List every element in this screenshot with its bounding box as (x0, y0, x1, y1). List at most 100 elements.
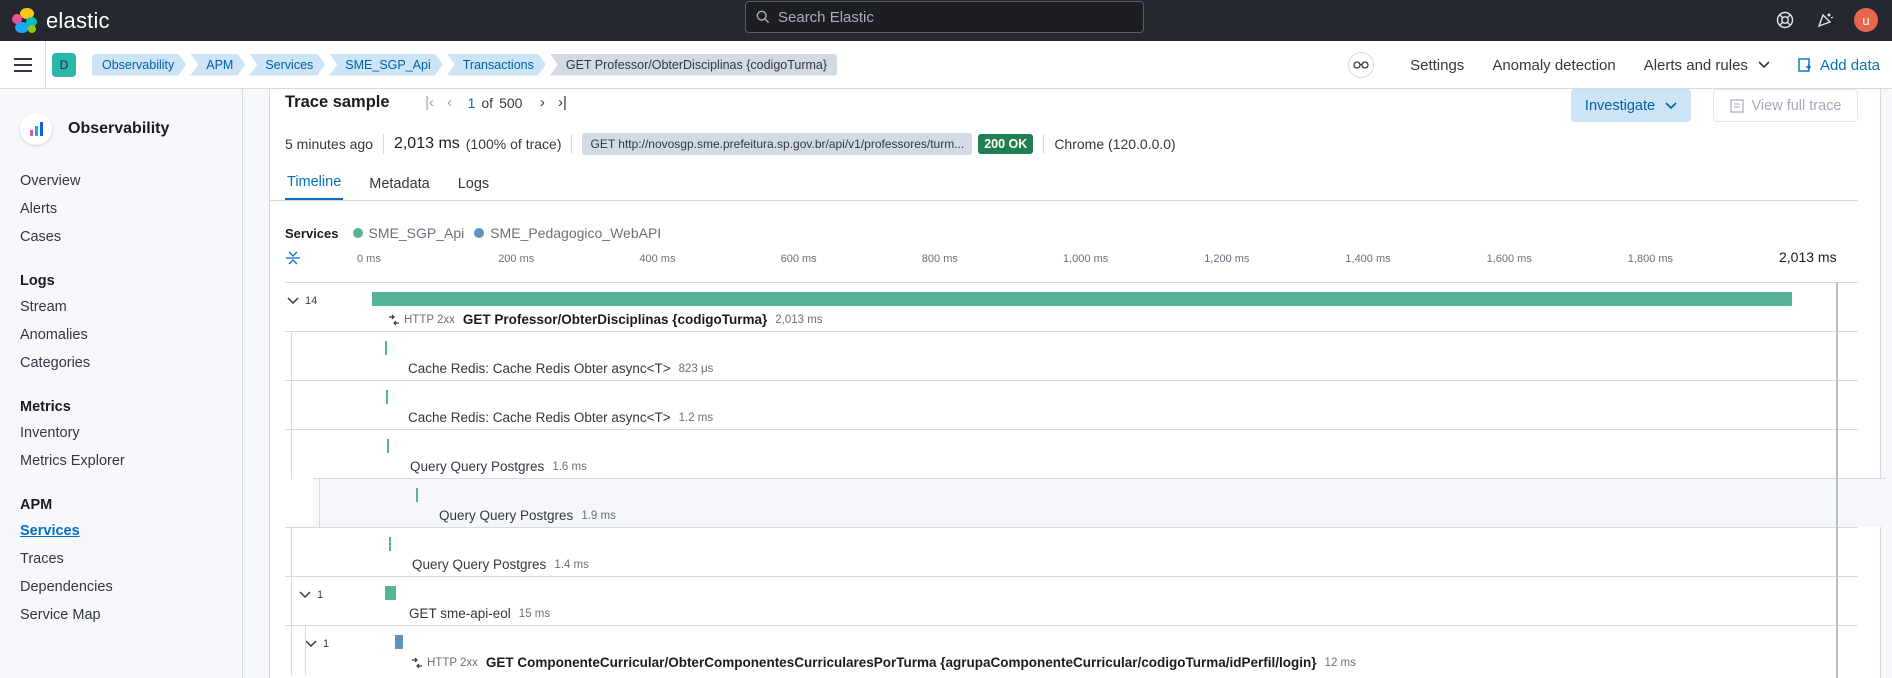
add-data-label: Add data (1819, 56, 1880, 74)
legend-item: SME_Pedagogico_WebAPI (474, 225, 661, 241)
span-name: GET sme-api-eol (409, 606, 511, 621)
tab-metadata[interactable]: Metadata (367, 176, 431, 200)
nav-title: Observability (68, 120, 170, 137)
last-page-icon[interactable]: ›| (552, 94, 572, 111)
collapse-all-icon[interactable] (285, 249, 301, 270)
nav-item-stream[interactable]: Stream (20, 293, 242, 321)
breadcrumb-service[interactable]: SME_SGP_Api (329, 54, 442, 76)
span-label: Cache Redis: Cache Redis Obter async<T> 1… (408, 410, 713, 425)
timeline-total-duration: 2,013 ms (1779, 249, 1837, 265)
span-bar[interactable] (388, 537, 391, 551)
span-bar[interactable] (386, 390, 389, 404)
investigate-label: Investigate (1584, 97, 1656, 114)
span-label: HTTP 2xx GET ComponenteCurricular/ObterCo… (411, 655, 1356, 670)
tab-logs[interactable]: Logs (456, 176, 491, 200)
current-page[interactable]: 1 (468, 95, 476, 111)
user-avatar[interactable]: u (1854, 8, 1878, 32)
add-data-link[interactable]: Add data (1798, 57, 1880, 74)
breadcrumb-transactions[interactable]: Transactions (447, 54, 546, 76)
breadcrumb: Observability APM Services SME_SGP_Api T… (92, 53, 841, 76)
view-full-trace-button[interactable]: View full trace (1713, 89, 1858, 122)
waterfall-row[interactable]: Query Query Postgres 1.9 ms (313, 478, 1886, 528)
nav-item-alerts[interactable]: Alerts (20, 195, 242, 223)
nav-item-anomalies[interactable]: Anomalies (20, 321, 242, 349)
side-navigation: Observability Overview Alerts Cases Logs… (0, 89, 243, 678)
legend-item: SME_SGP_Api (352, 225, 465, 241)
total-pages[interactable]: 500 (499, 95, 522, 111)
app-header: D Observability APM Services SME_SGP_Api… (0, 40, 1892, 89)
http-status-label: HTTP 2xx (404, 313, 455, 326)
news-feed-icon[interactable] (1814, 9, 1836, 31)
waterfall-row[interactable]: Query Query Postgres 1.4 ms (285, 527, 1858, 577)
nav-item-overview[interactable]: Overview (20, 167, 242, 195)
expand-toggle[interactable]: 1 (299, 589, 323, 601)
span-name: Cache Redis: Cache Redis Obter async<T> (408, 361, 671, 376)
tree-guide (319, 479, 320, 528)
expand-toggle[interactable]: 1 (305, 638, 329, 650)
waterfall-row[interactable]: Cache Redis: Cache Redis Obter async<T> 1… (285, 380, 1858, 430)
view-full-trace-label: View full trace (1751, 97, 1842, 114)
nav-section-logs: Logs (20, 273, 55, 289)
tab-timeline[interactable]: Timeline (285, 174, 344, 200)
span-bar[interactable] (415, 488, 418, 502)
breadcrumb-observability[interactable]: Observability (92, 54, 186, 76)
tree-guide (291, 430, 292, 479)
span-label: Query Query Postgres 1.9 ms (439, 508, 616, 523)
span-duration: 12 ms (1324, 656, 1356, 669)
settings-link[interactable]: Settings (1410, 57, 1464, 74)
span-name: GET ComponenteCurricular/ObterComponente… (485, 655, 1317, 670)
menu-toggle-button[interactable] (0, 40, 46, 89)
nav-item-traces[interactable]: Traces (20, 545, 242, 573)
span-bar[interactable] (372, 292, 1792, 306)
span-bar[interactable] (394, 635, 404, 649)
nav-item-dependencies[interactable]: Dependencies (20, 573, 242, 601)
breadcrumb-services[interactable]: Services (249, 54, 325, 76)
trace-sample-title: Trace sample (285, 93, 390, 111)
space-selector[interactable]: D (52, 52, 76, 77)
investigate-button[interactable]: Investigate (1571, 89, 1691, 122)
next-page-icon[interactable]: › (532, 94, 552, 111)
nav-item-inventory[interactable]: Inventory (20, 419, 242, 447)
span-name: Query Query Postgres (412, 557, 547, 572)
first-page-icon[interactable]: |‹ (420, 94, 440, 111)
document-icon (1729, 98, 1744, 113)
nav-item-service-map[interactable]: Service Map (20, 601, 242, 629)
waterfall-row[interactable]: 14 HTTP 2xx GET Professor/ObterDisciplinas… (285, 282, 1858, 331)
help-icon[interactable] (1774, 9, 1796, 31)
inspect-button[interactable] (1348, 52, 1375, 78)
legend-dot (474, 228, 485, 238)
global-search[interactable] (745, 1, 1144, 33)
nav-item-services[interactable]: Services (20, 517, 242, 545)
span-name: Query Query Postgres (410, 459, 545, 474)
tree-guide (291, 577, 292, 626)
nav-item-metrics-explorer[interactable]: Metrics Explorer (20, 447, 242, 475)
trace-sample-panel: Trace sample |‹ ‹ 1 of 500 › ›| Investig… (269, 89, 1886, 678)
search-input[interactable] (778, 8, 1118, 26)
elastic-logo[interactable]: elastic (12, 7, 110, 34)
elastic-logo-icon (12, 7, 38, 34)
top-header: elastic u (0, 0, 1892, 41)
span-bar[interactable] (384, 341, 387, 355)
trace-tabs: Timeline Metadata Logs (270, 166, 1858, 201)
chevron-down-icon (287, 297, 299, 305)
previous-page-icon[interactable]: ‹ (440, 94, 460, 111)
nav-item-categories[interactable]: Categories (20, 349, 242, 377)
alerts-and-rules-menu[interactable]: Alerts and rules (1644, 57, 1770, 74)
page-of-label: of (481, 94, 494, 111)
expand-toggle[interactable]: 14 (287, 295, 317, 307)
waterfall-row[interactable]: 1 GET sme-api-eol 15 ms (285, 576, 1858, 626)
waterfall-row[interactable]: Cache Redis: Cache Redis Obter async<T> 8… (285, 331, 1858, 381)
anomaly-detection-link[interactable]: Anomaly detection (1492, 57, 1615, 74)
tree-guide (291, 528, 292, 577)
http-status-label: HTTP 2xx (427, 656, 478, 669)
breadcrumb-apm[interactable]: APM (190, 54, 245, 76)
span-bar[interactable] (385, 586, 396, 600)
waterfall-row[interactable]: Query Query Postgres 1.6 ms (285, 429, 1858, 479)
breadcrumb-current-transaction: GET Professor/ObterDisciplinas {codigoTu… (549, 53, 838, 76)
nav-item-cases[interactable]: Cases (20, 223, 242, 251)
trace-timestamp: 5 minutes ago (285, 136, 373, 152)
nav-section-apm: APM (20, 497, 53, 513)
waterfall-row[interactable]: 1 HTTP 2xx GET ComponenteCurricular/ObterC… (285, 625, 1858, 675)
span-bar[interactable] (386, 439, 389, 453)
legend-service-name: SME_SGP_Api (368, 225, 465, 241)
